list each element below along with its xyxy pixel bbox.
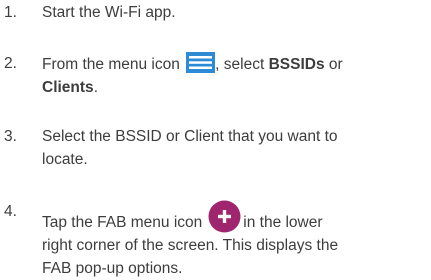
step-2-text-middle: or — [324, 56, 343, 73]
step-text: Start the Wi-Fi app. — [42, 1, 427, 24]
step-number: 4. — [4, 203, 17, 220]
step-3-line-1: Select the BSSID or Client that you want… — [42, 128, 338, 145]
step-number: 2. — [4, 55, 17, 72]
step-2-text-after: , select — [215, 56, 269, 73]
step-1-text: Start the Wi-Fi app. — [42, 4, 176, 21]
step-4-line-3: FAB pop-up options. — [42, 260, 183, 277]
menu-icon — [186, 52, 216, 73]
step-4-text-after: in the lower — [243, 214, 323, 231]
step-number: 3. — [4, 128, 17, 145]
step-text: Tap the FAB menu icon in the lower right… — [42, 200, 427, 280]
step-4-text-before: Tap the FAB menu icon — [42, 214, 203, 231]
fab-plus-icon — [208, 200, 241, 233]
bssids-label: BSSIDs — [268, 56, 325, 73]
step-2-text-before: From the menu icon — [42, 56, 185, 73]
step-text: From the menu icon , select BSSIDs or Cl… — [42, 52, 427, 99]
step-2-text-end: . — [93, 79, 98, 96]
step-text: Select the BSSID or Client that you want… — [42, 125, 427, 171]
step-4-line-2: right corner of the screen. This display… — [42, 237, 339, 254]
step-number: 1. — [4, 4, 17, 21]
step-3-line-2: locate. — [42, 151, 88, 168]
clients-label: Clients — [42, 79, 94, 96]
